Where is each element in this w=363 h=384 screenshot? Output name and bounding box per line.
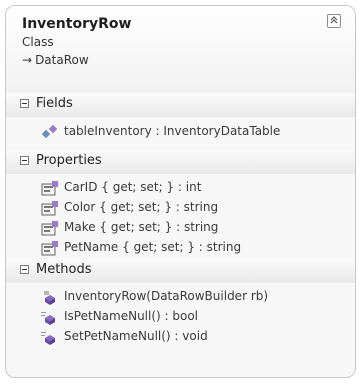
collapse-fields-icon[interactable] (20, 99, 29, 108)
class-kind: Class (22, 35, 54, 49)
fields-section-header[interactable]: Fields (6, 93, 355, 117)
collapse-methods-icon[interactable] (20, 265, 29, 274)
properties-section-label: Properties (36, 153, 102, 168)
class-shape[interactable]: InventoryRow Class → DataRow Fields table… (5, 5, 356, 378)
property-icon (41, 221, 58, 236)
collapse-chevron-icon[interactable] (327, 14, 341, 28)
method-icon (44, 291, 55, 305)
base-class-name: DataRow (35, 53, 89, 67)
properties-section-header[interactable]: Properties (6, 150, 355, 174)
field-label: tableInventory : InventoryDataTable (64, 124, 281, 138)
method-icon (41, 312, 55, 325)
inheritance-arrow-icon: → (22, 53, 33, 67)
property-label: PetName { get; set; } : string (64, 240, 242, 254)
method-label: InventoryRow(DataRowBuilder rb) (64, 289, 269, 303)
methods-section-label: Methods (36, 262, 92, 277)
class-name: InventoryRow (22, 16, 132, 32)
class-header: InventoryRow Class → DataRow (6, 6, 355, 93)
method-label: SetPetNameNull() : void (64, 329, 208, 343)
property-label: CarID { get; set; } : int (64, 180, 202, 194)
property-label: Make { get; set; } : string (64, 220, 219, 234)
fields-section-label: Fields (36, 96, 73, 111)
property-icon (41, 201, 58, 216)
property-icon (41, 181, 58, 196)
property-icon (41, 241, 58, 256)
base-class: → DataRow (22, 53, 89, 67)
method-label: IsPetNameNull() : bool (64, 309, 199, 323)
field-icon (41, 124, 58, 139)
property-label: Color { get; set; } : string (64, 200, 219, 214)
method-icon (41, 332, 55, 345)
collapse-properties-icon[interactable] (20, 156, 29, 165)
methods-section-header[interactable]: Methods (6, 259, 355, 283)
